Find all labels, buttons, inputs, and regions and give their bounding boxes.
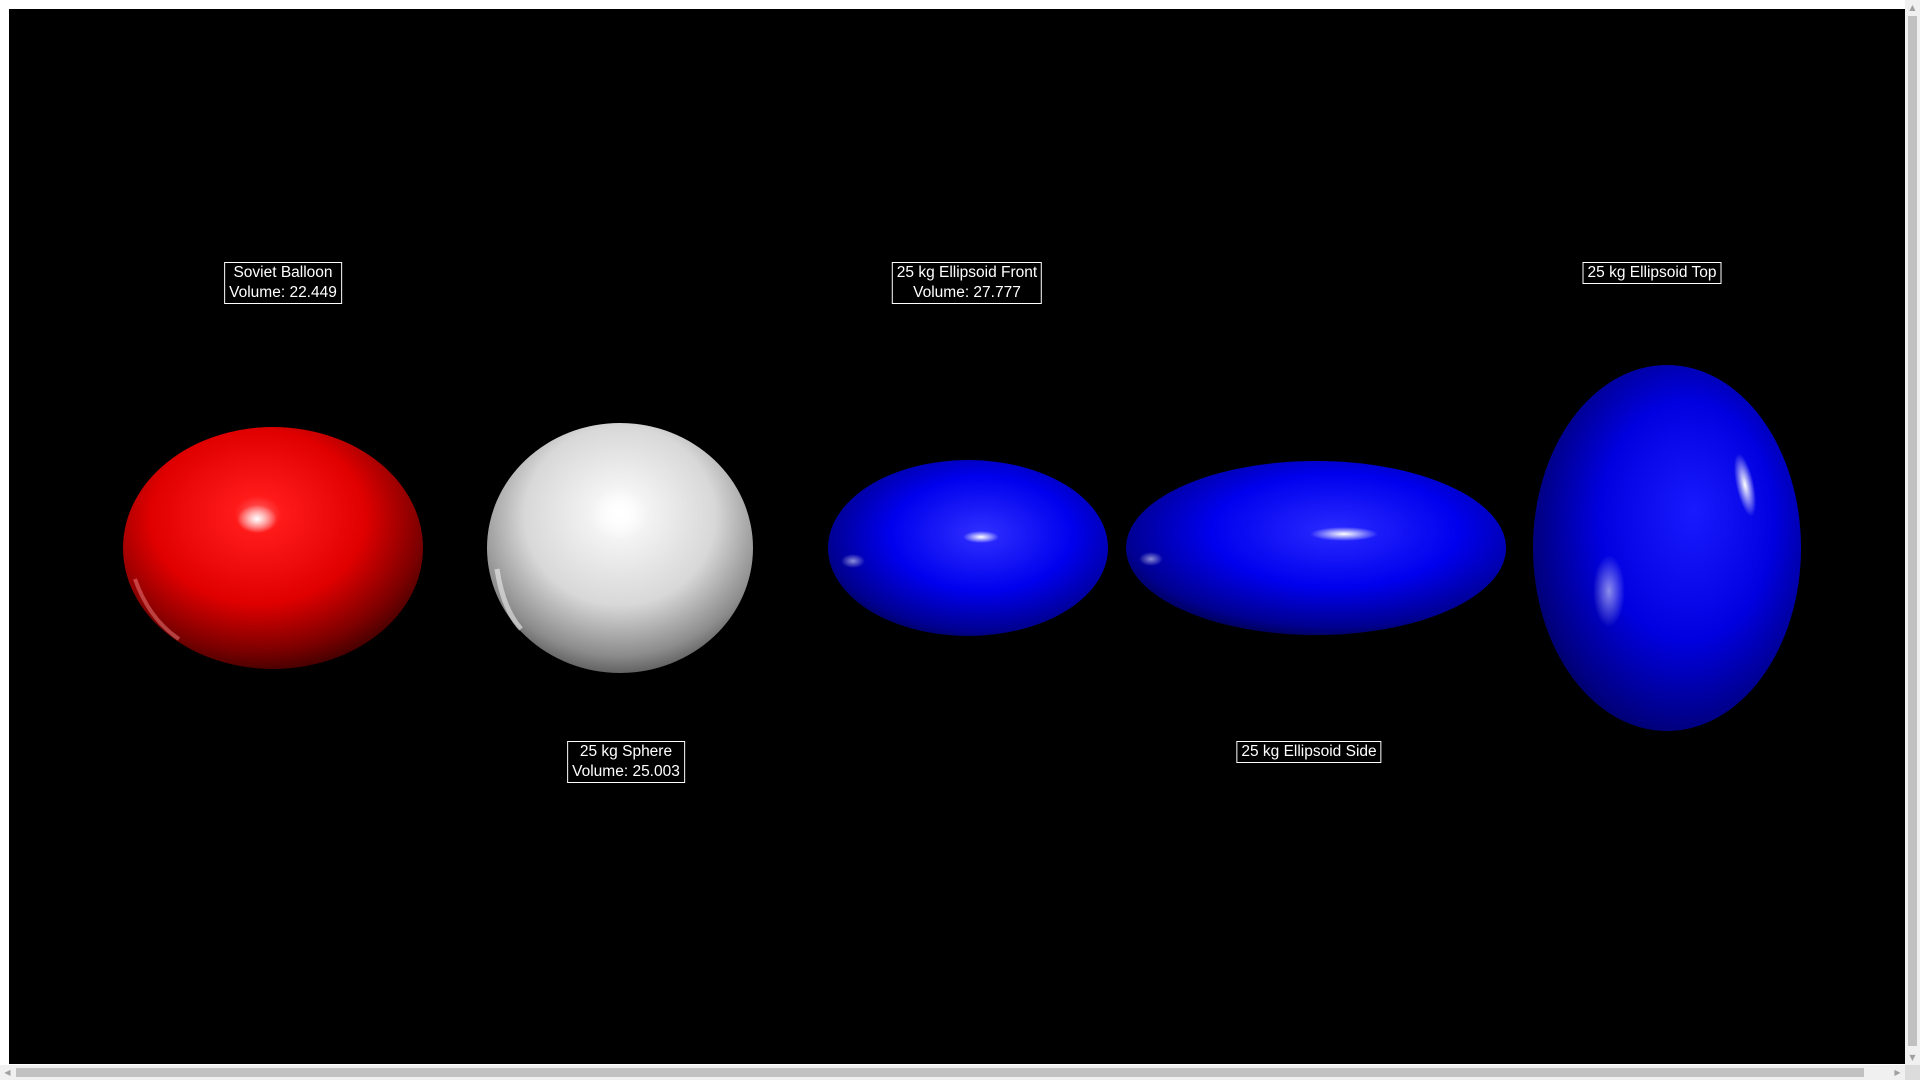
ellipsoid-side-shape[interactable] — [1126, 461, 1506, 635]
ellipsoid-front-shape[interactable] — [828, 460, 1108, 636]
render-canvas[interactable]: Soviet Balloon Volume: 22.449 25 kg Sphe… — [9, 9, 1905, 1064]
vertical-scrollbar[interactable]: ▲ ▼ — [1905, 0, 1920, 1065]
ellipsoid-top-label-line1: 25 kg Ellipsoid Top — [1587, 264, 1717, 281]
sphere-shape[interactable] — [487, 423, 753, 673]
ellipsoid-side-rim-light — [1139, 552, 1163, 566]
scroll-down-arrow-icon[interactable]: ▼ — [1905, 1050, 1920, 1065]
soviet-balloon-shape[interactable] — [123, 427, 423, 669]
ellipsoid-side-label-line1: 25 kg Ellipsoid Side — [1241, 743, 1377, 760]
sphere-highlight — [591, 488, 647, 540]
ellipsoid-top-soft-highlight — [1593, 555, 1625, 627]
ellipsoid-top-shape[interactable] — [1533, 365, 1801, 731]
sphere-label-line2: Volume: 25.003 — [572, 763, 680, 780]
ellipsoid-side-label: 25 kg Ellipsoid Side — [1236, 741, 1382, 763]
ellipsoid-front-label-line1: 25 kg Ellipsoid Front — [896, 264, 1038, 281]
browser-viewport: Soviet Balloon Volume: 22.449 25 kg Sphe… — [0, 0, 1920, 1080]
ellipsoid-top-label: 25 kg Ellipsoid Top — [1582, 262, 1722, 284]
ellipsoid-side-body — [1126, 461, 1506, 635]
sphere-body — [487, 423, 753, 673]
soviet-balloon-highlight — [237, 505, 277, 533]
ellipsoid-front-body — [828, 460, 1108, 636]
vertical-scroll-thumb[interactable] — [1908, 16, 1917, 1046]
shapes-svg — [123, 365, 1801, 731]
soviet-balloon-label-line1: Soviet Balloon — [233, 264, 333, 281]
sphere-label-line1: 25 kg Sphere — [579, 743, 673, 760]
soviet-balloon-label-line2: Volume: 22.449 — [229, 284, 337, 301]
ellipsoid-side-highlight — [1310, 527, 1378, 541]
scrollbar-corner — [1905, 1065, 1920, 1080]
soviet-balloon-label: Soviet Balloon Volume: 22.449 — [224, 262, 342, 304]
ellipsoid-front-rim-light — [841, 554, 865, 568]
sphere-label: 25 kg Sphere Volume: 25.003 — [567, 741, 685, 783]
ellipsoid-top-body — [1533, 365, 1801, 731]
scroll-up-arrow-icon[interactable]: ▲ — [1905, 0, 1920, 15]
horizontal-scroll-thumb[interactable] — [16, 1068, 1864, 1077]
ellipsoid-front-label: 25 kg Ellipsoid Front Volume: 27.777 — [891, 262, 1043, 304]
scroll-left-arrow-icon[interactable]: ◀ — [0, 1065, 15, 1080]
ellipsoid-front-highlight — [963, 531, 999, 543]
ellipsoid-front-label-line2: Volume: 27.777 — [913, 284, 1021, 301]
horizontal-scrollbar[interactable]: ◀ ▶ — [0, 1065, 1905, 1080]
scroll-right-arrow-icon[interactable]: ▶ — [1890, 1065, 1905, 1080]
